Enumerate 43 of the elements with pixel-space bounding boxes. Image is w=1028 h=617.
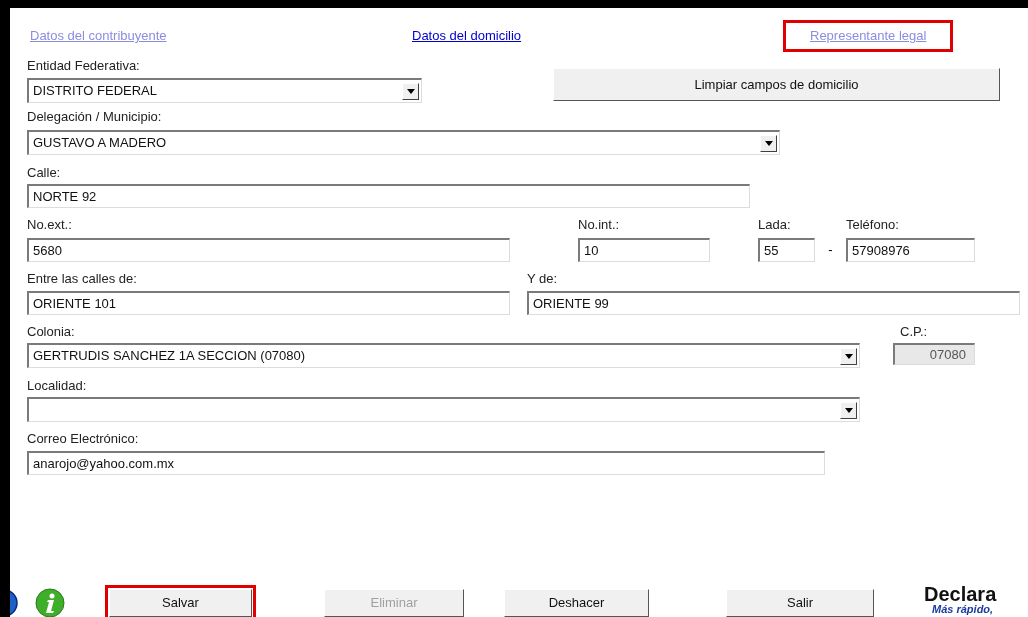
text-field[interactable]: 57908976 <box>846 238 975 262</box>
dropdown-button[interactable] <box>840 401 857 419</box>
text-field[interactable]: 5680 <box>27 238 510 262</box>
field-label: Entidad Federativa: <box>27 58 141 74</box>
field-label: No.ext.: <box>27 217 73 233</box>
action-button[interactable]: Salir <box>726 589 874 617</box>
field-label: Y de: <box>527 271 559 287</box>
field-label: Colonia: <box>27 324 76 340</box>
field-label: Localidad: <box>27 378 88 394</box>
text-field[interactable]: 55 <box>758 238 815 262</box>
info-icon[interactable] <box>35 588 65 617</box>
separator-text: - <box>827 241 834 259</box>
logo-title: Declara <box>924 584 997 604</box>
field-label: Delegación / Municipio: <box>27 109 163 125</box>
dropdown-field[interactable]: DISTRITO FEDERAL <box>27 78 422 103</box>
dropdown-button[interactable] <box>840 347 857 365</box>
caret-icon <box>764 140 773 146</box>
text-field[interactable]: ORIENTE 101 <box>27 291 510 315</box>
text-field[interactable]: ORIENTE 99 <box>527 291 1020 315</box>
field-label: Entre las calles de: <box>27 271 138 287</box>
field-label: No.int.: <box>578 217 621 233</box>
dropdown-button[interactable] <box>760 134 777 152</box>
field-label: C.P.: <box>900 324 929 340</box>
field-label: Lada: <box>758 217 792 233</box>
dropdown-field[interactable]: GERTRUDIS SANCHEZ 1A SECCION (07080) <box>27 343 860 368</box>
dropdown-button[interactable] <box>402 82 419 100</box>
clear-button[interactable]: Limpiar campos de domicilio <box>553 68 1000 101</box>
dropdown-field[interactable] <box>27 397 860 422</box>
text-field[interactable]: NORTE 92 <box>27 184 750 208</box>
round-icon[interactable] <box>10 589 18 617</box>
text-field[interactable]: anarojo@yahoo.com.mx <box>27 451 825 475</box>
field-label: Calle: <box>27 165 62 181</box>
caret-icon <box>406 88 415 94</box>
field-label: Correo Electrónico: <box>27 431 140 447</box>
dropdown-field[interactable]: GUSTAVO A MADERO <box>27 130 780 155</box>
caret-icon <box>844 353 853 359</box>
action-button[interactable]: Deshacer <box>504 589 649 617</box>
tab-link[interactable]: Datos del domicilio <box>412 28 522 44</box>
logo-tagline: Más rápido, <box>932 604 994 615</box>
text-field[interactable]: 10 <box>578 238 710 262</box>
field-label: Teléfono: <box>846 217 900 233</box>
caret-icon <box>844 407 853 413</box>
action-button[interactable]: Salvar <box>109 589 252 617</box>
